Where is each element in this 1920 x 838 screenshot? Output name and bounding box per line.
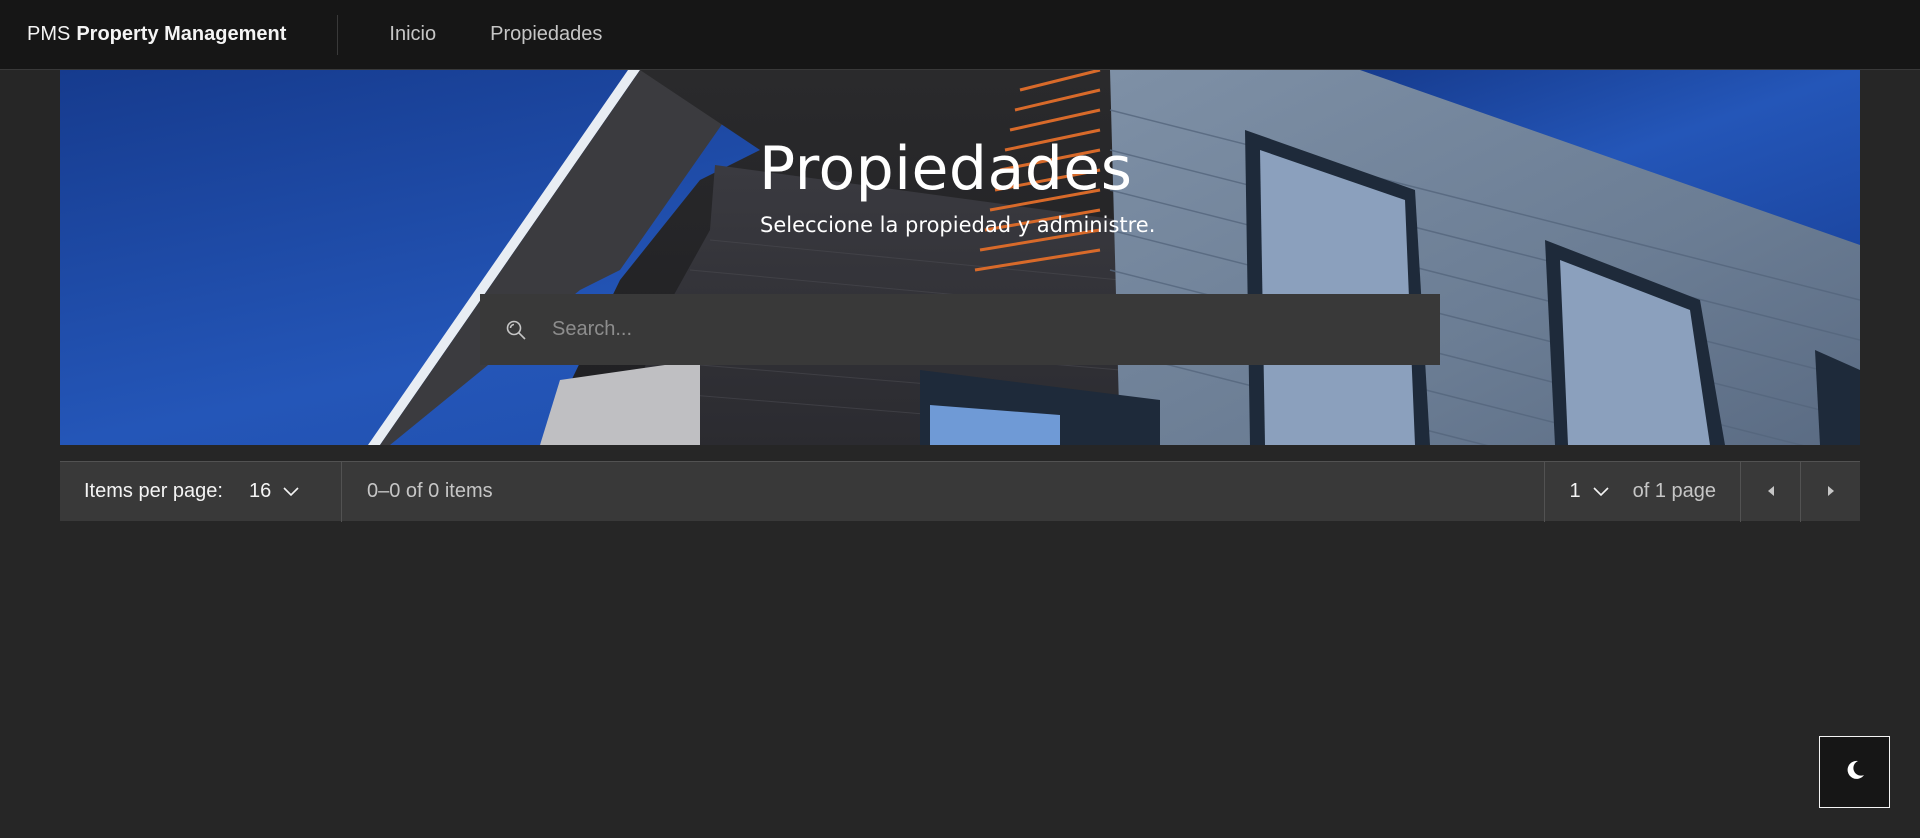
previous-page-button[interactable] [1740, 461, 1800, 522]
items-per-page-select[interactable]: 16 [249, 480, 299, 503]
items-per-page-group: Items per page: 16 [60, 461, 342, 522]
items-per-page-value: 16 [248, 480, 272, 502]
caret-right-icon [1826, 480, 1836, 503]
page-total-text: of 1 page [1632, 480, 1716, 502]
page-select-value: 1 [1569, 480, 1581, 502]
search-icon [480, 294, 552, 365]
brand-link[interactable]: PMS Property Management [0, 14, 339, 55]
page-title: Propiedades [759, 134, 1133, 204]
next-page-button[interactable] [1800, 461, 1860, 522]
app-header: PMS Property Management Inicio Propiedad… [0, 0, 1920, 70]
search-input[interactable] [552, 294, 1440, 365]
page-controls: 1 of 1 page [1544, 461, 1860, 522]
nav-item-inicio[interactable]: Inicio [362, 0, 463, 70]
pagination-bar: Items per page: 16 0–0 of 0 items 1 of 1… [60, 461, 1860, 522]
page-subtitle: Seleccione la propiedad y administre. [760, 213, 1156, 237]
caret-left-icon [1766, 480, 1776, 503]
theme-toggle-button[interactable] [1819, 736, 1890, 808]
items-range-text: 0–0 of 0 items [367, 480, 493, 502]
chevron-down-icon [1593, 480, 1609, 503]
search-bar [480, 294, 1440, 365]
hero-banner: Propiedades Seleccione la propiedad y ad… [60, 70, 1860, 445]
items-per-page-label: Items per page: [84, 480, 223, 502]
page-select[interactable]: 1 [1544, 461, 1632, 522]
nav-item-propiedades[interactable]: Propiedades [463, 0, 629, 70]
moon-icon [1844, 759, 1866, 786]
chevron-down-icon [283, 480, 299, 503]
brand-prefix: PMS [27, 23, 71, 45]
brand-name: Property Management [76, 23, 287, 45]
building-background-image [60, 70, 1860, 445]
